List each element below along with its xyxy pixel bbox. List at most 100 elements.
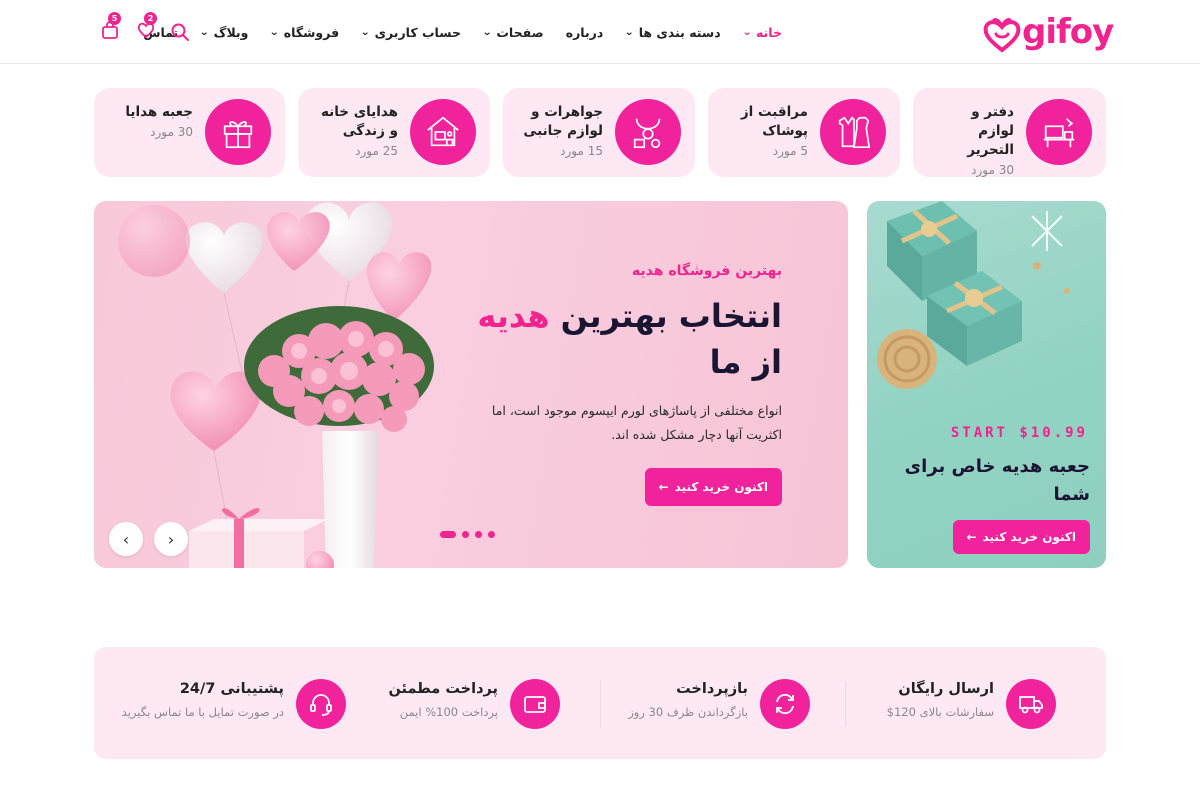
main-nav: خانه ⌄ دسته بندی ها ⌄ درباره صفحات ⌄ حساب کاربر…	[121, 22, 782, 42]
cart-button[interactable]: 5	[100, 12, 121, 40]
balloon-pink-3	[170, 371, 262, 451]
logo-wordmark: gifoy	[1022, 12, 1114, 52]
slider-dot[interactable]	[440, 531, 456, 538]
button-label: اکنون خرید کنید	[674, 480, 768, 494]
nav-item[interactable]: خانه ⌄	[741, 24, 782, 40]
logo-heart-icon	[983, 18, 1021, 53]
slider-next-button[interactable]: ›	[154, 522, 188, 556]
category-card-clothing[interactable]: مراقبت از پوشاک 5 مورد	[708, 88, 900, 177]
arrow-left-icon: ←	[658, 480, 669, 494]
wallet-icon	[510, 679, 560, 729]
feature-refund: بازپرداخت بازگرداندن ظرف 30 روز	[560, 679, 810, 729]
category-count: 30 مورد	[150, 125, 193, 139]
chevron-right-icon: ›	[167, 529, 175, 549]
chevron-left-icon: ‹	[122, 529, 130, 549]
gift-icon	[205, 99, 271, 165]
balloon-pink-1	[267, 212, 330, 271]
hero-title-part: از ما	[709, 343, 782, 381]
category-text: جعبه هدایا 30 مورد	[125, 103, 193, 139]
category-count: 25 مورد	[355, 144, 398, 158]
category-title: دفتر و لوازم التحریر	[967, 104, 1014, 158]
promo-banner: START $10.99 جعبه هدیه خاص برای شما اکنو…	[867, 201, 1106, 568]
category-count: 15 مورد	[560, 144, 603, 158]
vase	[322, 431, 379, 568]
balloon-pink-2	[367, 252, 432, 321]
hero-text: بهترین فروشگاه هدیه انتخاب بهترین هدیه ا…	[452, 263, 782, 447]
slider-dot[interactable]	[462, 531, 469, 538]
chevron-down-icon: ⌄	[741, 26, 752, 38]
site-header: gifoy خانه ⌄ دسته بندی ها ⌄ درباره صفحات ⌄ حساب…	[0, 0, 1200, 64]
nav-item[interactable]: صفحات ⌄	[482, 24, 544, 40]
nav-item[interactable]: حساب کاربری ⌄	[360, 24, 461, 40]
category-text: دفتر و لوازم التحریر 30 مورد	[934, 103, 1014, 177]
nav-item[interactable]: درباره	[566, 25, 604, 40]
chevron-down-icon: ⌄	[624, 26, 635, 38]
category-card-stationery[interactable]: دفتر و لوازم التحریر 30 مورد	[913, 88, 1106, 177]
hero-subtitle: بهترین فروشگاه هدیه	[631, 263, 782, 279]
feature-title: پشتیبانی 24/7	[179, 681, 284, 697]
nav-item-label: حساب کاربری	[374, 24, 461, 40]
feature-subtitle: سفارشات بالای 120$	[886, 705, 994, 719]
category-count: 5 مورد	[772, 144, 808, 158]
chevron-down-icon: ⌄	[269, 26, 280, 38]
promo-shop-now-button[interactable]: اکنون خرید کنید ←	[952, 520, 1090, 554]
divider	[845, 681, 846, 727]
feature-text: بازپرداخت بازگرداندن ظرف 30 روز	[628, 681, 748, 719]
promo-start-price: START $10.99	[950, 425, 1088, 441]
header-icons: 2 5	[100, 12, 190, 46]
rose-bouquet	[244, 306, 434, 432]
refresh-icon	[760, 679, 810, 729]
hero-shop-now-button[interactable]: اکنون خرید کنید ←	[644, 468, 782, 506]
nav-item-label: خانه	[756, 24, 782, 40]
balloon-white-1	[185, 222, 263, 293]
nav-item-label: دسته بندی ها	[638, 24, 721, 40]
slider-dots	[440, 531, 495, 538]
nav-item[interactable]: وبلاگ ⌄	[199, 24, 249, 40]
hero-title-accent: هدیه	[477, 297, 550, 335]
feature-free-shipping: ارسال رایگان سفارشات بالای 120$	[816, 679, 1056, 729]
snowflake	[1031, 211, 1063, 251]
nav-item[interactable]: فروشگاه ⌄	[269, 25, 340, 40]
feature-text: پشتیبانی 24/7 در صورت تمایل با ما تماس ب…	[122, 681, 284, 719]
feature-subtitle: پرداخت 100% ایمن	[399, 705, 498, 719]
category-count: 30 مورد	[971, 163, 1014, 177]
desk-icon	[1026, 99, 1092, 165]
category-title: جواهرات و لوازم جانبی	[523, 104, 603, 139]
site-logo[interactable]: gifoy	[982, 10, 1114, 54]
nav-item-label: وبلاگ	[213, 24, 249, 40]
search-icon[interactable]	[170, 22, 190, 42]
category-title: جعبه هدایا	[125, 104, 193, 120]
feature-title: پرداخت مطمئن	[388, 681, 498, 697]
category-card-jewelry[interactable]: جواهرات و لوازم جانبی 15 مورد	[503, 88, 695, 177]
feature-text: ارسال رایگان سفارشات بالای 120$	[887, 681, 994, 719]
hero-title-part: انتخاب بهترین	[549, 297, 782, 335]
slider-dot[interactable]	[475, 531, 482, 538]
arrow-left-icon: ←	[966, 530, 977, 544]
feature-secure-payment: پرداخت مطمئن پرداخت 100% ایمن	[340, 679, 560, 729]
category-card-gift-box[interactable]: جعبه هدایا 30 مورد	[94, 88, 285, 177]
feature-subtitle: در صورت تمایل با ما تماس بگیرید	[121, 705, 284, 719]
chevron-down-icon: ⌄	[199, 26, 210, 38]
headset-icon	[296, 679, 346, 729]
hero-title: انتخاب بهترین هدیه از ما	[452, 293, 782, 385]
wishlist-count-badge: 2	[144, 12, 157, 25]
hero-description: انواع مختلفی از پاساژهای لورم ایپسوم موج…	[491, 403, 782, 442]
category-card-home[interactable]: هدایای خانه و زندگی 25 مورد	[298, 88, 490, 177]
slider-dot[interactable]	[488, 531, 495, 538]
feature-subtitle: بازگرداندن ظرف 30 روز	[628, 705, 748, 719]
chevron-down-icon: ⌄	[360, 26, 371, 38]
promo-image	[877, 201, 1070, 389]
twine-spool	[877, 329, 937, 389]
feature-title: ارسال رایگان	[898, 681, 994, 697]
nav-item[interactable]: دسته بندی ها ⌄	[624, 24, 721, 40]
feature-text: پرداخت مطمئن پرداخت 100% ایمن	[388, 681, 498, 719]
nav-item-label: صفحات	[496, 24, 544, 40]
wishlist-button[interactable]: 2	[136, 12, 157, 40]
category-text: جواهرات و لوازم جانبی 15 مورد	[513, 103, 603, 158]
divider	[600, 681, 601, 727]
feature-title: بازپرداخت	[676, 681, 748, 697]
slider-prev-button[interactable]: ‹	[109, 522, 143, 556]
hero-slider: بهترین فروشگاه هدیه انتخاب بهترین هدیه ا…	[94, 201, 848, 568]
features-strip: ارسال رایگان سفارشات بالای 120$ بازپرداخ…	[94, 647, 1106, 759]
category-text: هدایای خانه و زندگی 25 مورد	[308, 103, 398, 158]
